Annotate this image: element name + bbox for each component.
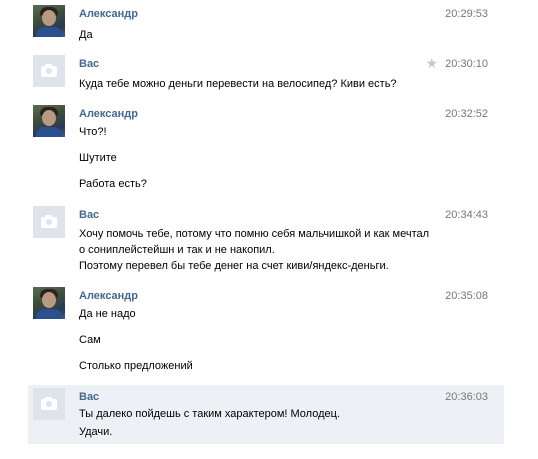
author-name[interactable]: Александр xyxy=(79,8,138,20)
star-icon[interactable]: ★ xyxy=(425,55,438,72)
message-text: Хочу помочь тебе, потому что помню себя … xyxy=(79,228,430,240)
camera-icon[interactable] xyxy=(33,206,65,238)
message-text: Поэтому перевел бы тебе денег на счет ки… xyxy=(79,260,389,272)
camera-icon[interactable] xyxy=(33,55,65,87)
message-time[interactable]: 20:36:03 xyxy=(445,391,488,403)
avatar[interactable] xyxy=(33,5,65,37)
message-item[interactable]: Александр 20:29:53 Да xyxy=(28,2,504,46)
message-item[interactable]: Вас 20:36:03 Ты далеко пойдешь с таким х… xyxy=(28,385,504,444)
author-name[interactable]: Вас xyxy=(79,391,99,403)
message-text: Удачи. xyxy=(79,426,113,438)
message-item[interactable]: Вас ★ 20:30:10 Куда тебе можно деньги пе… xyxy=(28,52,504,96)
author-name[interactable]: Вас xyxy=(79,58,99,70)
message-text: Куда тебе можно деньги перевести на вело… xyxy=(79,78,397,90)
message-time[interactable]: 20:32:52 xyxy=(445,108,488,120)
message-text: Шутите xyxy=(79,152,117,164)
message-text: Да xyxy=(79,29,93,41)
avatar[interactable] xyxy=(33,105,65,137)
camera-icon[interactable] xyxy=(33,388,65,420)
message-text: Работа есть? xyxy=(79,178,147,190)
message-text: Ты далеко пойдешь с таким характером! Мо… xyxy=(79,408,340,420)
author-name[interactable]: Александр xyxy=(79,290,138,302)
message-text: Что?! xyxy=(79,126,107,138)
avatar[interactable] xyxy=(33,287,65,319)
message-text: Столько предложений xyxy=(79,360,193,372)
message-time[interactable]: 20:29:53 xyxy=(445,8,488,20)
message-item[interactable]: Александр 20:32:52 Что?! Шутите Работа е… xyxy=(28,102,504,198)
message-text: Да не надо xyxy=(79,308,136,320)
message-time[interactable]: 20:30:10 xyxy=(445,58,488,70)
author-name[interactable]: Вас xyxy=(79,209,99,221)
message-item[interactable]: Вас 20:34:43 Хочу помочь тебе, потому чт… xyxy=(28,203,504,279)
message-text: Сам xyxy=(79,334,101,346)
message-time[interactable]: 20:35:08 xyxy=(445,290,488,302)
message-text: о сониплейстейшн и так и не накопил. xyxy=(79,244,275,256)
message-item[interactable]: Александр 20:35:08 Да не надо Сам Стольк… xyxy=(28,284,504,380)
author-name[interactable]: Александр xyxy=(79,108,138,120)
message-time[interactable]: 20:34:43 xyxy=(445,209,488,221)
